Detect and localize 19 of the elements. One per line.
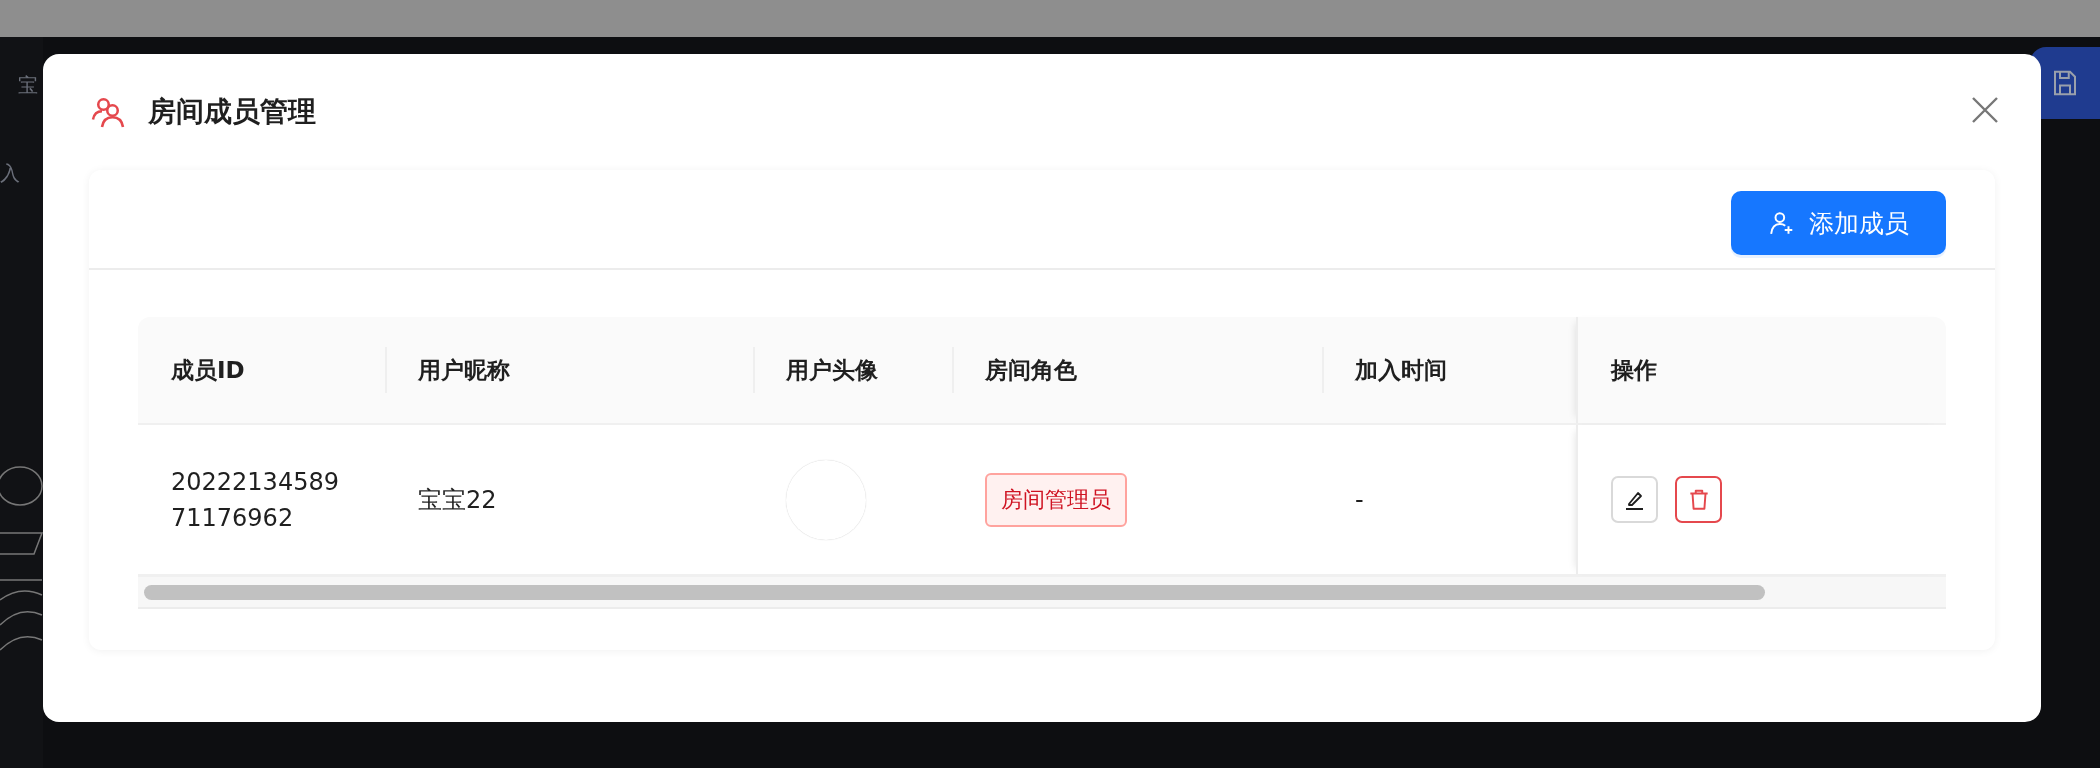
nickname: 宝宝22 bbox=[418, 484, 497, 516]
join-time: - bbox=[1355, 485, 1364, 514]
column-header: 加入时间 bbox=[1355, 355, 1447, 385]
add-member-button[interactable]: 添加成员 bbox=[1731, 191, 1946, 255]
column-header: 用户头像 bbox=[786, 355, 878, 385]
role-tag: 房间管理员 bbox=[985, 472, 1127, 527]
column-header: 用户昵称 bbox=[418, 355, 510, 385]
close-icon bbox=[1971, 96, 1999, 124]
delete-button[interactable] bbox=[1675, 476, 1722, 523]
background-label: 入 bbox=[0, 160, 20, 187]
dialog-title: 房间成员管理 bbox=[148, 94, 316, 130]
column-header: 成员ID bbox=[171, 355, 245, 385]
edit-button[interactable] bbox=[1611, 476, 1658, 523]
add-user-icon bbox=[1768, 210, 1795, 236]
column-header: 操作 bbox=[1611, 355, 1657, 385]
column-header: 房间角色 bbox=[985, 355, 1077, 385]
scrollbar-thumb[interactable] bbox=[144, 584, 1765, 600]
background-label: 宝 bbox=[18, 72, 38, 99]
member-id: 2022213458971176962 bbox=[171, 466, 340, 534]
